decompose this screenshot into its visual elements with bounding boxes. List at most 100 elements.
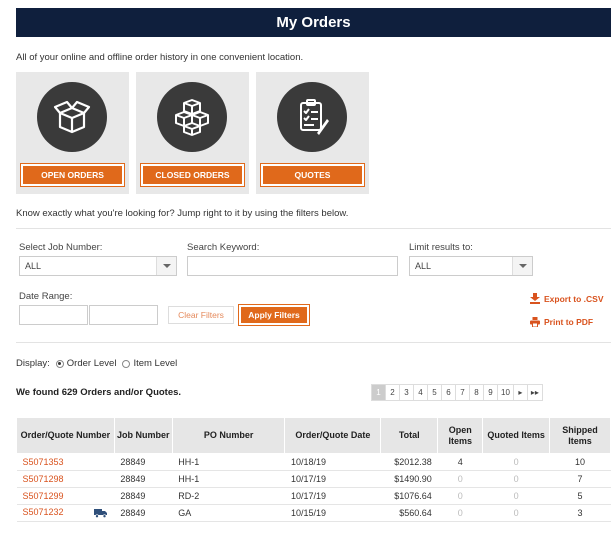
divider: [16, 228, 611, 229]
order-date-cell-text: 10/15/19: [290, 508, 326, 518]
total-cell-text: $1490.90: [394, 474, 432, 484]
item-level-label[interactable]: Item Level: [133, 358, 177, 369]
job-number-select[interactable]: ALL: [19, 256, 177, 276]
print-pdf-link[interactable]: Print to PDF: [530, 317, 593, 327]
open-items-cell-text: 0: [457, 474, 463, 484]
page-button[interactable]: 10: [497, 384, 514, 401]
order-level-radio[interactable]: [55, 359, 64, 368]
open-items-cell: 0: [437, 487, 483, 505]
page-button[interactable]: 1: [371, 384, 386, 401]
display-label: Display:: [16, 358, 50, 369]
order-number-link-text[interactable]: S5071298: [23, 474, 64, 484]
orders-table: Order/Quote Number Job Number PO Number …: [16, 417, 611, 522]
date-to-input[interactable]: [89, 305, 158, 325]
shipped-items-cell-text: 7: [577, 474, 583, 484]
total-cell-text: $560.64: [399, 508, 432, 518]
shipped-items-cell-text: 3: [577, 508, 583, 518]
chevron-down-icon: [512, 257, 532, 275]
po-number-cell: RD-2: [172, 487, 285, 505]
export-csv-link[interactable]: Export to .CSV: [530, 293, 604, 304]
divider: [16, 342, 611, 343]
order-date-cell: 10/17/19: [284, 470, 381, 488]
apply-filters-button[interactable]: Apply Filters: [238, 304, 310, 326]
page-button[interactable]: 7: [455, 384, 470, 401]
job-number-label: Select Job Number:: [19, 242, 103, 253]
quotes-tile[interactable]: QUOTES: [256, 72, 369, 194]
total-cell: $1490.90: [380, 470, 438, 488]
intro-text: All of your online and offline order his…: [16, 52, 304, 63]
quoted-items-cell: 0: [482, 470, 550, 488]
order-date-cell: 10/17/19: [284, 487, 381, 505]
closed-orders-tile[interactable]: CLOSED ORDERS: [136, 72, 249, 194]
po-number-cell: HH-1: [172, 470, 285, 488]
table-row: S5071298 28849 HH-1 10/17/19 $1490.90 0 0 7: [16, 470, 611, 488]
shipped-items-cell: 7: [549, 470, 611, 488]
job-number-cell-text: 28849: [120, 508, 146, 518]
page-button[interactable]: 9: [483, 384, 498, 401]
col-order-number[interactable]: Order/Quote Number: [16, 417, 115, 454]
open-orders-tile[interactable]: OPEN ORDERS: [16, 72, 129, 194]
job-number-cell: 28849: [114, 453, 173, 471]
limit-results-select[interactable]: ALL: [409, 256, 533, 276]
open-box-icon: [37, 82, 107, 152]
col-order-date[interactable]: Order/Quote Date: [284, 417, 382, 454]
page-title: My Orders: [16, 8, 611, 37]
total-cell: $2012.38: [380, 453, 438, 471]
col-job-number[interactable]: Job Number: [113, 417, 173, 454]
item-level-radio[interactable]: [122, 359, 131, 368]
order-number-link-text[interactable]: S5071353: [23, 457, 64, 467]
quoted-items-cell: 0: [482, 504, 550, 522]
open-items-cell-text: 0: [457, 508, 463, 518]
order-number-link[interactable]: S5071298: [16, 470, 115, 488]
stacked-boxes-icon: [157, 82, 227, 152]
clear-filters-button[interactable]: Clear Filters: [168, 306, 234, 324]
order-date-cell-text: 10/17/19: [290, 491, 326, 501]
job-number-cell: 28849: [114, 487, 173, 505]
table-row: S5071353 28849 HH-1 10/18/19 $2012.38 4 0 10: [16, 453, 611, 471]
quote-document-icon: [277, 82, 347, 152]
po-number-cell-text: HH-1: [178, 457, 200, 467]
search-keyword-input[interactable]: [187, 256, 398, 276]
page-button[interactable]: 5: [427, 384, 442, 401]
pagination: 1 2 3 4 5 6 7 8 9 10 ▸ ▸▸: [371, 384, 543, 401]
job-number-cell: 28849: [114, 470, 173, 488]
page-button[interactable]: 3: [399, 384, 414, 401]
export-csv-label: Export to .CSV: [544, 293, 604, 304]
order-number-link[interactable]: S5071232: [16, 504, 115, 522]
page-button[interactable]: 2: [385, 384, 400, 401]
col-po-number[interactable]: PO Number: [171, 417, 286, 454]
order-number-link-text[interactable]: S5071232: [23, 507, 64, 517]
table-header-row: Order/Quote Number Job Number PO Number …: [16, 417, 611, 454]
po-number-cell: HH-1: [172, 453, 285, 471]
search-keyword-label: Search Keyword:: [187, 242, 260, 253]
date-range-label: Date Range:: [19, 291, 73, 302]
open-items-cell: 0: [437, 470, 483, 488]
po-number-cell-text: HH-1: [178, 474, 200, 484]
page-button[interactable]: ▸▸: [526, 384, 543, 401]
open-items-cell-text: 0: [457, 491, 463, 501]
date-from-input[interactable]: [19, 305, 88, 325]
quoted-items-cell: 0: [482, 453, 550, 471]
page-button[interactable]: 4: [413, 384, 428, 401]
order-level-label[interactable]: Order Level: [67, 358, 117, 369]
closed-orders-button[interactable]: CLOSED ORDERS: [140, 163, 245, 187]
page-button[interactable]: 6: [441, 384, 456, 401]
download-icon: [530, 293, 540, 304]
page-button[interactable]: ▸: [512, 384, 528, 401]
quotes-button[interactable]: QUOTES: [260, 163, 365, 187]
page-button[interactable]: 8: [469, 384, 484, 401]
open-items-cell: 0: [437, 504, 483, 522]
printer-icon: [530, 317, 540, 327]
truck-icon: [94, 508, 108, 520]
order-number-link-text[interactable]: S5071299: [23, 491, 64, 501]
col-shipped-items[interactable]: Shipped Items: [549, 417, 611, 454]
col-total[interactable]: Total: [380, 417, 439, 454]
quoted-items-cell-text: 0: [513, 457, 519, 467]
quoted-items-cell-text: 0: [513, 474, 519, 484]
col-quoted-items[interactable]: Quoted Items: [482, 417, 551, 454]
order-number-link[interactable]: S5071299: [16, 487, 115, 505]
open-orders-button[interactable]: OPEN ORDERS: [20, 163, 125, 187]
quoted-items-cell-text: 0: [513, 491, 519, 501]
col-open-items[interactable]: Open Items: [437, 417, 484, 454]
order-number-link[interactable]: S5071353: [16, 453, 115, 471]
